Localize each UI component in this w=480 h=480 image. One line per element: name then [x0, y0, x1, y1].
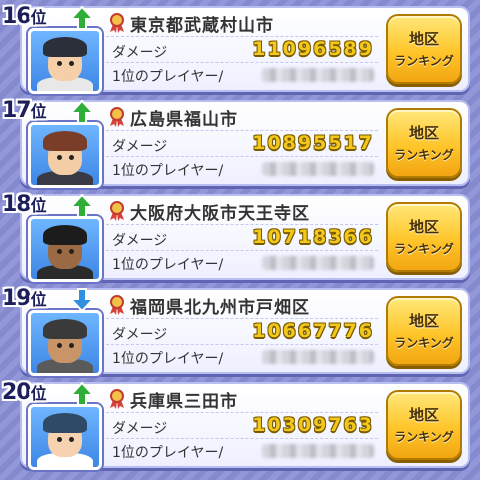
player-avatar [28, 310, 102, 376]
damage-label: ダメージ [112, 421, 168, 437]
top-player-label: 1位のプレイヤー/ [112, 69, 224, 85]
rank-number: 20位 [2, 380, 47, 405]
medal-icon [110, 107, 124, 127]
button-label-line1: 地区 [408, 218, 439, 236]
rank-up-arrow-icon [70, 194, 94, 218]
rank-down-arrow-icon [70, 288, 94, 312]
divider [106, 130, 378, 131]
button-label-line1: 地区 [408, 30, 439, 48]
top-player-label: 1位のプレイヤー/ [112, 163, 224, 179]
region-ranking-button[interactable]: 地区 ランキング [386, 202, 462, 272]
button-label-line2: ランキング [394, 430, 454, 444]
medal-icon [110, 295, 124, 315]
region-ranking-button[interactable]: 地区 ランキング [386, 108, 462, 178]
region-name: 広島県福山市 [130, 110, 238, 130]
button-label-line1: 地区 [408, 124, 439, 142]
damage-label: ダメージ [112, 233, 168, 249]
region-name: 兵庫県三田市 [130, 392, 238, 412]
damage-value: 10309763 [252, 414, 374, 436]
button-label-line1: 地区 [408, 312, 439, 330]
damage-label: ダメージ [112, 139, 168, 155]
divider [106, 250, 378, 251]
button-label-line2: ランキング [394, 336, 454, 350]
ranking-row: 16位 東京都武蔵村山市 ダメージ 11096589 1位のプレイヤー/ 地区 … [0, 4, 480, 94]
region-name: 福岡県北九州市戸畑区 [130, 298, 310, 318]
damage-value: 10895517 [252, 132, 374, 154]
button-label-line2: ランキング [394, 242, 454, 256]
top-player-name-blurred [262, 68, 374, 82]
rank-number: 18位 [2, 192, 47, 217]
top-player-name-blurred [262, 162, 374, 176]
rank-number: 19位 [2, 286, 47, 311]
medal-icon [110, 389, 124, 409]
divider [106, 36, 378, 37]
top-player-name-blurred [262, 256, 374, 270]
top-player-name-blurred [262, 350, 374, 364]
ranking-row: 20位 兵庫県三田市 ダメージ 10309763 1位のプレイヤー/ 地区 ラン… [0, 380, 480, 470]
medal-icon [110, 13, 124, 33]
player-avatar [28, 28, 102, 94]
divider [106, 224, 378, 225]
player-avatar [28, 216, 102, 282]
ranking-row: 18位 大阪府大阪市天王寺区 ダメージ 10718366 1位のプレイヤー/ 地… [0, 192, 480, 282]
divider [106, 318, 378, 319]
damage-value: 10718366 [252, 226, 374, 248]
rank-up-arrow-icon [70, 6, 94, 30]
rank-up-arrow-icon [70, 100, 94, 124]
divider [106, 156, 378, 157]
divider [106, 412, 378, 413]
button-label-line1: 地区 [408, 406, 439, 424]
button-label-line2: ランキング [394, 148, 454, 162]
button-label-line2: ランキング [394, 54, 454, 68]
rank-up-arrow-icon [70, 382, 94, 406]
region-ranking-button[interactable]: 地区 ランキング [386, 14, 462, 84]
top-player-label: 1位のプレイヤー/ [112, 351, 224, 367]
damage-label: ダメージ [112, 327, 168, 343]
damage-label: ダメージ [112, 45, 168, 61]
region-name: 東京都武蔵村山市 [130, 16, 274, 36]
rank-number: 16位 [2, 4, 47, 29]
region-ranking-button[interactable]: 地区 ランキング [386, 390, 462, 460]
medal-icon [110, 201, 124, 221]
ranking-row: 17位 広島県福山市 ダメージ 10895517 1位のプレイヤー/ 地区 ラン… [0, 98, 480, 188]
ranking-row: 19位 福岡県北九州市戸畑区 ダメージ 10667776 1位のプレイヤー/ 地… [0, 286, 480, 376]
damage-value: 10667776 [252, 320, 374, 342]
region-ranking-button[interactable]: 地区 ランキング [386, 296, 462, 366]
player-avatar [28, 404, 102, 470]
divider [106, 344, 378, 345]
top-player-label: 1位のプレイヤー/ [112, 257, 224, 273]
region-name: 大阪府大阪市天王寺区 [130, 204, 310, 224]
divider [106, 62, 378, 63]
damage-value: 11096589 [252, 38, 374, 60]
top-player-name-blurred [262, 444, 374, 458]
divider [106, 438, 378, 439]
player-avatar [28, 122, 102, 188]
top-player-label: 1位のプレイヤー/ [112, 445, 224, 461]
rank-number: 17位 [2, 98, 47, 123]
